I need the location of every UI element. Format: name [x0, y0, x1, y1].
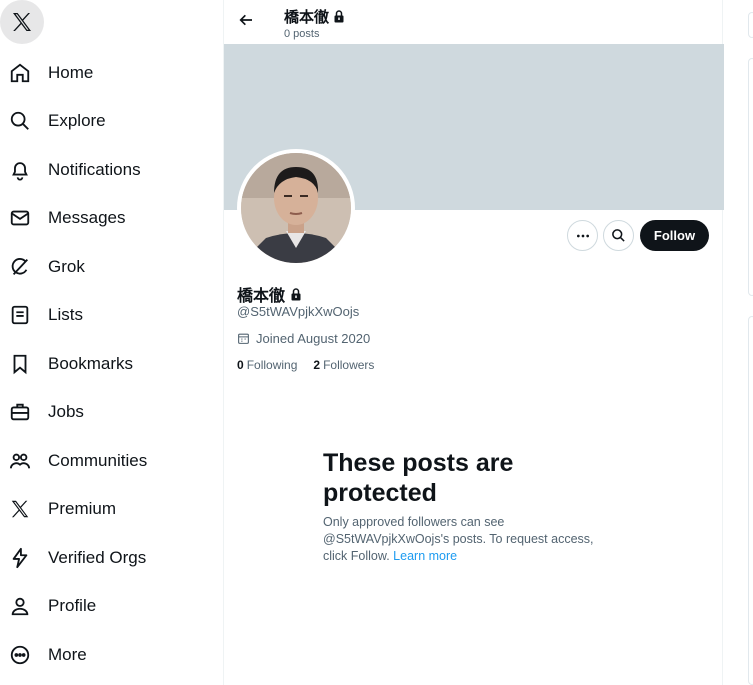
nav-item-communities[interactable]: Communities	[0, 441, 147, 481]
briefcase-icon	[8, 400, 32, 424]
more-options-button[interactable]	[567, 220, 598, 251]
profile-column: 橋本徹 0 posts Follow 橋本徹 @S5tWAVpjkXwOojs …	[223, 0, 724, 685]
people-icon	[8, 449, 32, 473]
followers-label: Followers	[323, 358, 375, 372]
nav-label: Profile	[48, 596, 97, 615]
more-circle-icon	[8, 643, 32, 667]
protected-title: These posts are protected	[323, 449, 514, 507]
x-logo-icon[interactable]	[0, 0, 44, 44]
x-logo-icon	[8, 497, 32, 521]
joined-text: Joined August 2020	[256, 331, 371, 346]
nav-item-lists[interactable]: Lists	[0, 295, 83, 335]
lock-icon	[290, 287, 302, 301]
following-label: Following	[246, 358, 298, 372]
nav-label: Messages	[48, 208, 126, 227]
nav-label: Communities	[48, 451, 148, 470]
search-profile-button[interactable]	[603, 220, 634, 251]
right-sidebar-card-edge	[748, 58, 753, 296]
follow-button[interactable]: Follow	[640, 220, 709, 251]
nav-label: Bookmarks	[48, 354, 134, 373]
nav-item-explore[interactable]: Explore	[0, 101, 106, 141]
left-navigation: Home Explore Notifications Messages Grok…	[0, 0, 224, 685]
nav-item-profile[interactable]: Profile	[0, 586, 96, 626]
nav-label: Explore	[48, 111, 106, 130]
search-icon	[8, 109, 32, 133]
profile-name-text: 橋本徹	[237, 288, 286, 305]
nav-item-jobs[interactable]: Jobs	[0, 392, 84, 432]
list-icon	[8, 303, 32, 327]
nav-item-more[interactable]: More	[0, 635, 87, 675]
header-name: 橋本徹	[284, 6, 345, 27]
header-name-text: 橋本徹	[284, 9, 330, 26]
profile-name: 橋本徹	[237, 282, 302, 306]
protected-message: Only approved followers can see @S5tWAVp…	[323, 514, 613, 565]
calendar-icon	[237, 332, 250, 345]
right-sidebar-card-edge	[748, 316, 753, 685]
home-icon	[8, 61, 32, 85]
nav-label: Lists	[48, 305, 83, 324]
lightning-icon	[8, 546, 32, 570]
nav-item-notifications[interactable]: Notifications	[0, 150, 141, 190]
right-sidebar-search-edge[interactable]	[748, 12, 753, 38]
nav-label: Premium	[48, 499, 117, 518]
bell-icon	[8, 158, 32, 182]
avatar[interactable]	[237, 149, 355, 267]
profile-handle: @S5tWAVpjkXwOojs	[237, 304, 360, 319]
header-post-count: 0 posts	[284, 28, 320, 40]
search-icon	[611, 228, 626, 243]
following-link[interactable]: 0 Following	[237, 358, 297, 372]
ellipsis-icon	[575, 228, 591, 244]
nav-item-grok[interactable]: Grok	[0, 247, 85, 287]
nav-item-premium[interactable]: Premium	[0, 489, 116, 529]
nav-label: Jobs	[48, 402, 84, 421]
nav-label: More	[48, 645, 87, 664]
follow-stats: 0 Following 2 Followers	[237, 358, 374, 372]
nav-label: Verified Orgs	[48, 548, 147, 567]
protected-text: Only approved followers can see @S5tWAVp…	[323, 515, 594, 563]
nav-label: Notifications	[48, 160, 141, 179]
envelope-icon	[8, 206, 32, 230]
nav-item-home[interactable]: Home	[0, 53, 93, 93]
profile-header-bar: 橋本徹 0 posts	[224, 0, 724, 44]
followers-count: 2	[313, 358, 321, 372]
following-count: 0	[237, 358, 244, 372]
nav-item-messages[interactable]: Messages	[0, 198, 125, 238]
nav-item-bookmarks[interactable]: Bookmarks	[0, 344, 133, 384]
nav-label: Home	[48, 63, 94, 82]
followers-link[interactable]: 2 Followers	[313, 358, 374, 372]
nav-item-verified-orgs[interactable]: Verified Orgs	[0, 538, 146, 578]
joined-date: Joined August 2020	[237, 331, 370, 346]
bookmark-icon	[8, 352, 32, 376]
nav-label: Grok	[48, 257, 85, 276]
learn-more-link[interactable]: Learn more	[393, 549, 457, 563]
lock-icon	[333, 10, 345, 23]
grok-icon	[8, 255, 32, 279]
person-icon	[8, 594, 32, 618]
back-arrow-icon[interactable]	[234, 8, 258, 32]
